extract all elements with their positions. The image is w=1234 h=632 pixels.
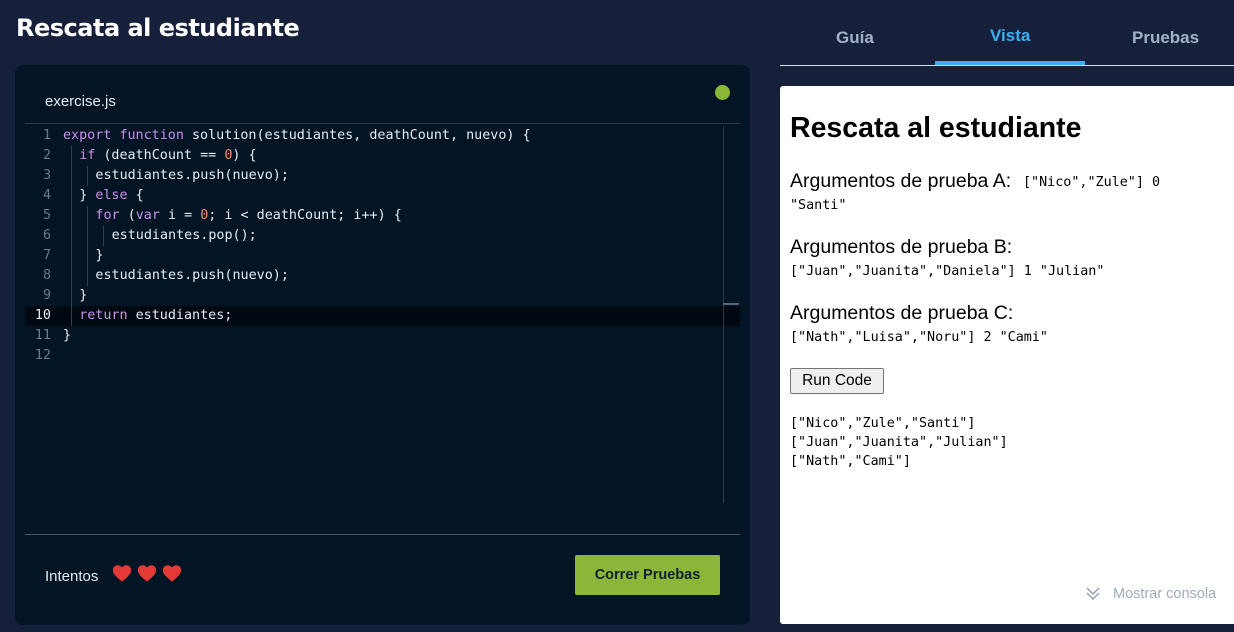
- line-number: 5: [42, 208, 51, 223]
- tab-guia[interactable]: Guía: [836, 28, 874, 48]
- footer-divider: [25, 534, 740, 535]
- code-line[interactable]: 5 for (var i = 0; i < deathCount; i++) {: [25, 206, 740, 226]
- page-title: Rescata al estudiante: [16, 14, 300, 42]
- attempts-hearts: [111, 562, 183, 584]
- preview-title: Rescata al estudiante: [790, 112, 1082, 144]
- code-editor-panel: exercise.js 1 export function solution(es…: [15, 65, 750, 625]
- code-text: estudiantes.push(nuevo);: [95, 268, 289, 283]
- show-console-label: Mostrar consola: [1113, 586, 1217, 602]
- file-tab[interactable]: exercise.js: [45, 93, 116, 110]
- indent-guide: [87, 206, 89, 226]
- code-line[interactable]: 8 estudiantes.push(nuevo);: [25, 266, 740, 286]
- arg-a-value-cont: "Santi": [790, 198, 847, 213]
- indent-guide: [87, 246, 89, 266]
- code-text: }: [95, 248, 104, 263]
- output-line: ["Nath","Cami"]: [790, 454, 911, 469]
- code-line[interactable]: 11}: [25, 326, 740, 346]
- attempts-label: Intentos: [45, 568, 99, 585]
- editor-scrollbar[interactable]: [723, 126, 724, 503]
- indent-guide: [71, 286, 72, 306]
- arg-b-value: ["Juan","Juanita","Daniela"] 1 "Julian": [790, 264, 1105, 279]
- line-number: 2: [42, 148, 51, 163]
- line-number: 11: [34, 328, 51, 343]
- double-chevron-down-icon: [1086, 587, 1100, 601]
- heart-icon: [112, 565, 132, 582]
- output-line: ["Juan","Juanita","Julian"]: [790, 435, 1008, 450]
- run-tests-button[interactable]: Correr Pruebas: [575, 555, 720, 595]
- indent-guide: [87, 266, 89, 286]
- code-text: estudiantes.push(nuevo);: [95, 168, 289, 183]
- code-line[interactable]: 12: [25, 346, 740, 366]
- code-text: return estudiantes;: [79, 308, 233, 323]
- preview-panel: Rescata al estudiante Argumentos de prue…: [780, 86, 1234, 624]
- code-text: estudiantes.pop();: [111, 228, 257, 243]
- editor-divider: [25, 123, 740, 124]
- run-code-button[interactable]: Run Code: [790, 368, 884, 394]
- line-number: 10: [34, 308, 51, 323]
- view-tabs: Guía Vista Pruebas: [780, 0, 1234, 66]
- code-text: }: [79, 288, 88, 303]
- arg-a-value: ["Nico","Zule"] 0: [1023, 175, 1161, 190]
- code-line[interactable]: 1 export function solution(estudiantes, d…: [25, 126, 740, 146]
- line-number: 1: [42, 128, 51, 143]
- line-number: 6: [42, 228, 51, 243]
- show-console-toggle[interactable]: Mostrar consola: [1085, 586, 1216, 602]
- heart-icon: [162, 565, 182, 582]
- line-number: 9: [42, 288, 51, 303]
- line-number: 12: [34, 348, 51, 363]
- line-number: 8: [42, 268, 51, 283]
- code-text: for (var i = 0; i < deathCount; i++) {: [95, 208, 402, 223]
- indent-guide: [103, 226, 105, 246]
- indent-guide: [71, 186, 72, 206]
- arg-a-label: Argumentos de prueba A:: [790, 170, 1012, 192]
- indent-guide: [87, 166, 89, 186]
- code-text: }: [63, 328, 72, 343]
- code-line[interactable]: 10 return estudiantes;: [25, 306, 740, 326]
- code-text: export function solution(estudiantes, de…: [63, 128, 531, 143]
- indent-guide: [71, 306, 72, 326]
- indent-guide: [71, 246, 72, 266]
- arg-b-label: Argumentos de prueba B:: [790, 236, 1013, 258]
- tab-pruebas[interactable]: Pruebas: [1132, 28, 1199, 48]
- code-line[interactable]: 9}: [25, 286, 740, 306]
- scrollbar-marker: [723, 303, 739, 305]
- code-line[interactable]: 6 estudiantes.pop();: [25, 226, 740, 246]
- code-line[interactable]: 3 estudiantes.push(nuevo);: [25, 166, 740, 186]
- indent-guide: [71, 166, 72, 186]
- heart-icon: [137, 565, 157, 582]
- indent-guide: [71, 266, 72, 286]
- line-number: 7: [42, 248, 51, 263]
- code-line[interactable]: 7}: [25, 246, 740, 266]
- indent-guide: [71, 226, 72, 246]
- code-line[interactable]: 4 } else {: [25, 186, 740, 206]
- line-number: 4: [42, 188, 51, 203]
- code-text: if (deathCount == 0) {: [79, 148, 257, 163]
- code-editor[interactable]: 1 export function solution(estudiantes, d…: [25, 126, 740, 504]
- tabs-divider: [780, 65, 1234, 66]
- status-indicator: [715, 85, 730, 100]
- arg-c-value: ["Nath","Luisa","Noru"] 2 "Cami": [790, 330, 1048, 345]
- output-line: ["Nico","Zule","Santi"]: [790, 416, 976, 431]
- code-text: } else {: [79, 188, 144, 203]
- line-number: 3: [42, 168, 51, 183]
- indent-guide: [71, 206, 72, 226]
- code-line[interactable]: 2 if (deathCount == 0) {: [25, 146, 740, 166]
- arg-c-label: Argumentos de prueba C:: [790, 302, 1014, 324]
- indent-guide: [87, 226, 89, 246]
- tab-vista[interactable]: Vista: [990, 26, 1030, 46]
- indent-guide: [71, 146, 72, 166]
